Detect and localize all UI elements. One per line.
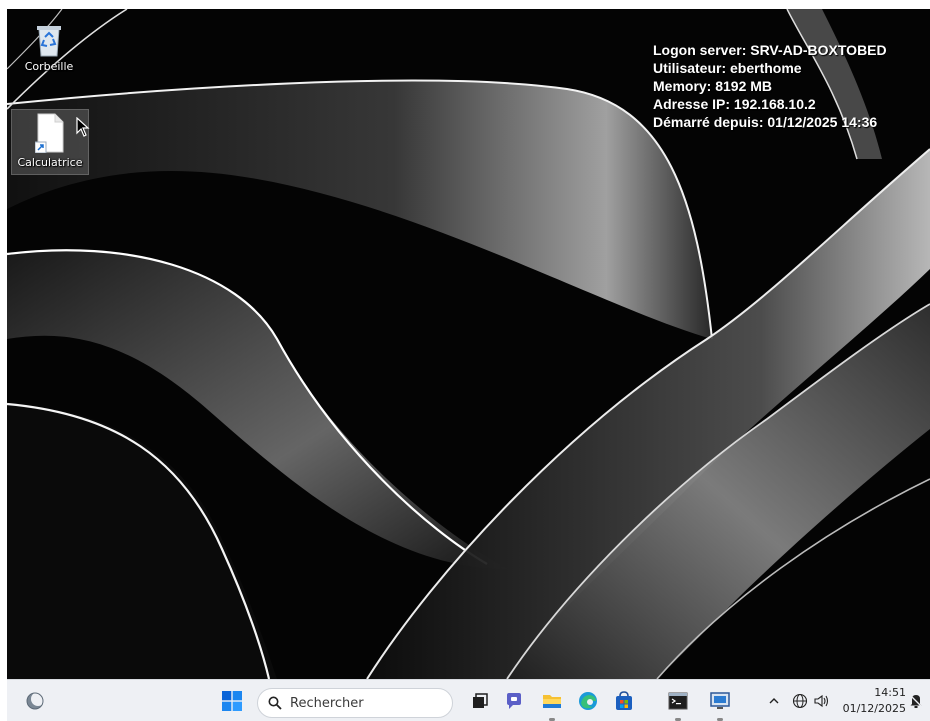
notifications-button[interactable] [908,680,924,721]
logon-server-line: Logon server: SRV-AD-BOXTOBED [653,42,887,58]
chat-button[interactable] [499,680,529,721]
bginfo-overlay: Logon server: SRV-AD-BOXTOBED Utilisateu… [653,41,887,131]
search-placeholder: Rechercher [290,695,364,711]
memory-line: Memory: 8192 MB [653,78,773,94]
file-shortcut-icon [34,113,65,154]
edge-icon [579,692,597,710]
widgets-button[interactable] [21,680,49,721]
recycle-bin-icon [34,23,64,57]
task-view-button[interactable] [465,680,495,721]
search-icon [268,696,282,710]
terminal-icon [668,692,688,710]
recycle-bin-desktop-icon[interactable]: Corbeille [11,23,87,73]
network-button[interactable] [791,680,809,721]
system-clock[interactable]: 14:51 01/12/2025 [842,685,906,717]
remote-desktop-icon [710,692,730,709]
file-explorer-button[interactable] [537,680,567,721]
remote-desktop-button[interactable] [705,680,735,721]
volume-button[interactable] [812,680,832,721]
chat-icon [507,693,521,709]
store-icon [616,691,632,710]
weather-widget-icon [26,692,45,710]
clock-time: 14:51 [874,686,906,699]
chevron-up-icon [769,698,779,704]
terminal-button[interactable] [663,680,693,721]
calculator-label: Calculatrice [17,156,83,169]
file-explorer-icon [543,695,561,708]
start-button[interactable] [217,680,247,721]
ip-address-line: Adresse IP: 192.168.10.2 [653,96,816,112]
user-line: Utilisateur: eberthome [653,60,802,76]
windows-start-icon [222,691,242,711]
show-hidden-icons-button[interactable] [765,680,783,721]
recycle-bin-label: Corbeille [24,60,74,73]
notification-bell-icon [910,695,922,708]
clock-date: 01/12/2025 [842,702,906,715]
network-globe-icon [792,693,808,709]
boot-time-line: Démarré depuis: 01/12/2025 14:36 [653,114,878,130]
store-button[interactable] [609,680,639,721]
edge-button[interactable] [573,680,603,721]
volume-icon [814,694,829,708]
desktop-screen: Corbeille Calculatrice Logon server: SRV… [7,9,930,721]
taskbar: Rechercher 14:51 01/12/2025 [7,679,930,721]
search-box[interactable]: Rechercher [257,688,453,718]
mouse-cursor-icon [76,117,90,137]
task-view-icon [473,693,488,708]
